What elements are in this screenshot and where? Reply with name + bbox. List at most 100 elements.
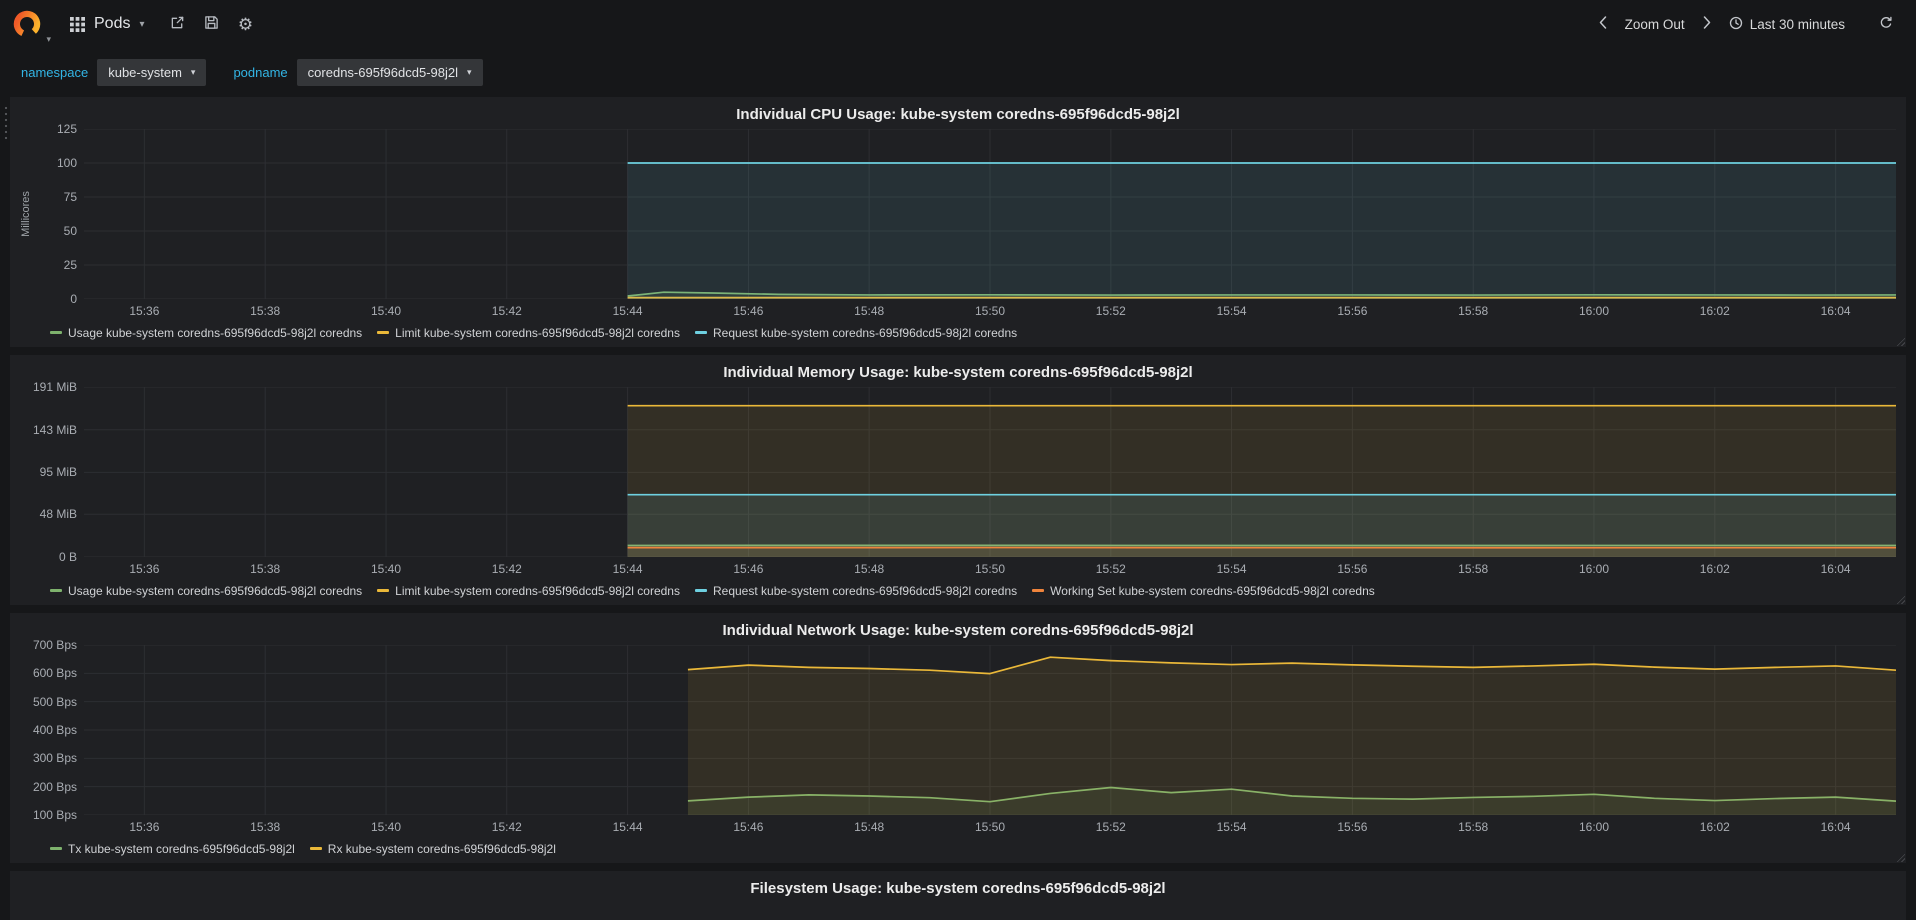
x-tick-label: 15:40 (370, 562, 401, 576)
legend-item[interactable]: Tx kube-system coredns-695f96dcd5-98j2l (50, 840, 295, 857)
save-icon (204, 15, 219, 33)
legend-item[interactable]: Limit kube-system coredns-695f96dcd5-98j… (377, 582, 680, 599)
refresh-button[interactable] (1870, 0, 1902, 48)
time-shift-forward-button[interactable] (1694, 0, 1720, 48)
save-button[interactable] (195, 0, 229, 48)
panel-title[interactable]: Filesystem Usage: kube-system coredns-69… (20, 877, 1896, 903)
legend: Usage kube-system coredns-695f96dcd5-98j… (20, 579, 1896, 601)
variable-current-value: coredns-695f96dcd5-98j2l (307, 65, 458, 80)
variable-value-dropdown[interactable]: coredns-695f96dcd5-98j2l ▾ (296, 59, 483, 86)
panel-title[interactable]: Individual CPU Usage: kube-system coredn… (20, 103, 1896, 129)
x-tick-label: 15:50 (974, 562, 1006, 576)
x-tick-label: 15:58 (1458, 562, 1489, 576)
plot-area[interactable] (84, 387, 1896, 557)
legend-item[interactable]: Request kube-system coredns-695f96dcd5-9… (694, 324, 1017, 341)
x-tick-label: 15:38 (250, 820, 281, 834)
x-tick-label: 15:52 (1095, 820, 1126, 834)
variable-value-dropdown[interactable]: kube-system ▾ (97, 59, 207, 86)
y-tick-label: 95 MiB (39, 465, 77, 480)
share-button[interactable] (161, 0, 195, 48)
chart-body: Millicores 0 25 50 75 100 125 (20, 122, 1896, 306)
plot-area[interactable] (84, 645, 1896, 815)
x-tick-label: 16:00 (1578, 304, 1610, 318)
legend-color-swatch (1032, 589, 1045, 592)
chevron-right-icon (1703, 16, 1711, 32)
refresh-icon (1879, 16, 1893, 33)
dashboard-picker[interactable]: Pods ▾ (54, 0, 161, 48)
x-tick-label: 15:58 (1458, 820, 1489, 834)
gear-icon: ⚙ (237, 14, 254, 34)
x-tick-label: 15:36 (129, 562, 160, 576)
legend-color-swatch (50, 589, 62, 592)
x-tick-label: 15:38 (250, 304, 281, 318)
legend-label: Usage kube-system coredns-695f96dcd5-98j… (68, 325, 363, 340)
chevron-left-icon (1599, 16, 1607, 32)
legend-item[interactable]: Rx kube-system coredns-695f96dcd5-98j2l (309, 840, 556, 857)
x-tick-label: 15:48 (854, 304, 885, 318)
panel-resize-handle[interactable] (1896, 337, 1905, 346)
x-axis-row: 15:36 15:38 15:40 15:42 15:44 15:46 15:48 15:50… (84, 299, 1896, 321)
panel-cpu-usage: Individual CPU Usage: kube-system coredn… (10, 97, 1906, 347)
variable-current-value: kube-system (108, 65, 182, 80)
x-tick-label: 16:04 (1820, 820, 1851, 834)
x-tick-label: 15:58 (1458, 304, 1489, 318)
dashboard-title: Pods (94, 15, 131, 32)
x-tick-label: 15:48 (854, 820, 885, 834)
x-tick-label: 16:00 (1578, 820, 1610, 834)
panel-network-usage: Individual Network Usage: kube-system co… (10, 613, 1906, 863)
template-variables-row: namespace kube-system ▾ podname coredns-… (0, 48, 1916, 97)
y-axis-unit-column (20, 645, 32, 815)
plot-area[interactable] (84, 129, 1896, 299)
x-tick-label: 15:50 (974, 304, 1006, 318)
x-tick-label: 15:36 (129, 820, 160, 834)
x-tick-label: 15:56 (1337, 562, 1368, 576)
legend-color-swatch (377, 331, 390, 334)
time-shift-back-button[interactable] (1590, 0, 1616, 48)
legend-item[interactable]: Request kube-system coredns-695f96dcd5-9… (694, 582, 1017, 599)
y-axis-label: Millicores (20, 191, 32, 237)
clock-icon (1729, 16, 1743, 33)
row-drag-handle[interactable] (3, 105, 9, 141)
panel-title[interactable]: Individual Network Usage: kube-system co… (20, 619, 1896, 645)
y-tick-label: 100 (56, 156, 77, 170)
zoom-out-button[interactable]: Zoom Out (1616, 0, 1694, 48)
panel-resize-handle[interactable] (1896, 595, 1905, 604)
legend-label: Limit kube-system coredns-695f96dcd5-98j… (395, 325, 680, 340)
x-tick-label: 15:40 (370, 820, 401, 834)
legend-label: Limit kube-system coredns-695f96dcd5-98j… (395, 583, 680, 598)
y-tick-label: 191 MiB (32, 380, 77, 394)
legend-item[interactable]: Usage kube-system coredns-695f96dcd5-98j… (50, 582, 362, 599)
y-tick-label: 400 Bps (32, 723, 77, 737)
x-tick-label: 15:44 (612, 820, 643, 834)
panel-title[interactable]: Individual Memory Usage: kube-system cor… (20, 361, 1896, 387)
time-controls: Zoom Out Last 30 minutes (1590, 0, 1902, 48)
panel-filesystem-usage: Filesystem Usage: kube-system coredns-69… (10, 871, 1906, 920)
legend-item[interactable]: Usage kube-system coredns-695f96dcd5-98j… (50, 324, 362, 341)
x-tick-label: 15:46 (733, 304, 764, 318)
time-range-label: Last 30 minutes (1749, 16, 1845, 32)
settings-button[interactable]: ⚙ (229, 0, 263, 48)
y-tick-label: 0 (70, 292, 77, 306)
y-tick-label: 600 Bps (32, 666, 77, 681)
chevron-down-icon: ▾ (46, 34, 51, 44)
grafana-logo-button[interactable]: ▾ (0, 0, 54, 48)
variable-namespace: namespace kube-system ▾ (12, 59, 207, 86)
legend-item[interactable]: Working Set kube-system coredns-695f96dc… (1032, 582, 1375, 599)
chart-body: 0 B 48 MiB 95 MiB 143 MiB 191 MiB (20, 380, 1896, 564)
legend-color-swatch (694, 589, 707, 592)
chart-canvas (84, 387, 1896, 557)
chevron-down-icon: ▾ (139, 18, 145, 30)
y-tick-label: 48 MiB (39, 507, 77, 522)
plot-area[interactable] (84, 903, 1896, 920)
x-tick-label: 15:54 (1216, 820, 1247, 834)
x-tick-label: 15:46 (733, 562, 764, 576)
x-tick-label: 15:42 (491, 304, 522, 318)
panel-resize-handle[interactable] (1896, 853, 1905, 862)
legend-item[interactable]: Limit kube-system coredns-695f96dcd5-98j… (377, 324, 680, 341)
time-range-picker-button[interactable]: Last 30 minutes (1720, 0, 1854, 48)
legend-label: Working Set kube-system coredns-695f96dc… (1050, 583, 1375, 598)
share-icon (170, 15, 185, 33)
x-axis-row: 15:36 15:38 15:40 15:42 15:44 15:46 15:48 15:50… (84, 557, 1896, 579)
series-fill (687, 657, 1896, 815)
x-tick-label: 15:48 (854, 562, 885, 576)
